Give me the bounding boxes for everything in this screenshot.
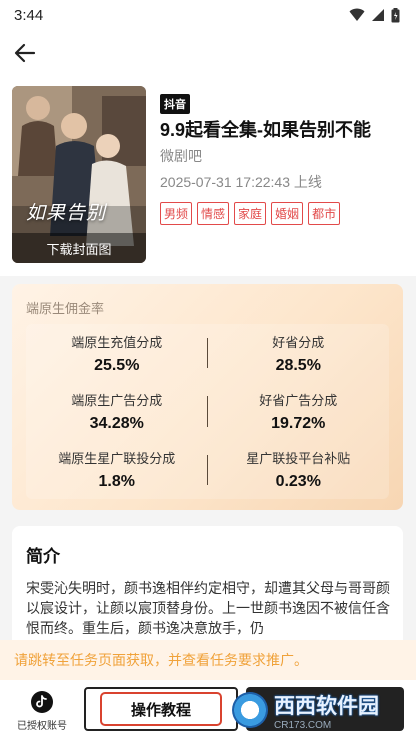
- genre-tags: 男频 情感 家庭 婚姻 都市: [160, 202, 341, 225]
- rate-value: 19.72%: [271, 414, 326, 432]
- rate-item: 好省分成 28.5%: [208, 324, 390, 382]
- rate-item: 好省广告分成 19.72%: [208, 382, 390, 440]
- authorized-account-label: 已授权账号: [17, 720, 67, 732]
- wifi-icon: [349, 8, 365, 21]
- intro-heading: 简介: [26, 547, 60, 566]
- status-bar: 3:44: [0, 0, 416, 30]
- rate-label: 好省广告分成: [259, 392, 338, 408]
- drama-info-card: 如果告别 下载封面图 抖音 9.9起看全集-如果告别不能 微剧吧 2025-07…: [0, 76, 416, 276]
- download-cover-label[interactable]: 下载封面图: [12, 233, 146, 263]
- signal-icon: [372, 9, 384, 21]
- poster-title-art: 如果告别: [26, 202, 107, 224]
- commission-heading: 端原生佣金率: [26, 301, 105, 316]
- tutorial-button-label: 操作教程: [100, 692, 222, 726]
- commission-card: 端原生佣金率 端原生充值分成 25.5% 好省分成 28.5% 端原生广告分成 …: [12, 284, 403, 510]
- status-icons: [349, 7, 400, 23]
- drama-source: 微剧吧: [160, 148, 202, 164]
- genre-tag: 婚姻: [271, 202, 304, 225]
- rate-value: 1.8%: [98, 473, 135, 491]
- status-time: 3:44: [14, 6, 44, 24]
- genre-tag: 都市: [308, 202, 341, 225]
- header: [0, 30, 416, 76]
- watermark-brand-name: 西西软件园: [274, 694, 379, 718]
- commission-grid: 端原生充值分成 25.5% 好省分成 28.5% 端原生广告分成 34.28% …: [26, 324, 389, 499]
- watermark-logo-icon: [232, 692, 268, 728]
- rate-value: 25.5%: [94, 356, 140, 374]
- watermark-brand: 西西软件园 CR173.COM: [274, 690, 379, 731]
- rate-value: 0.23%: [275, 473, 321, 491]
- douyin-logo-icon: [31, 690, 53, 713]
- genre-tag: 家庭: [234, 202, 267, 225]
- genre-tag: 情感: [197, 202, 230, 225]
- poster-image[interactable]: 如果告别 下载封面图: [12, 86, 146, 263]
- site-watermark: 西西软件园 CR173.COM: [226, 688, 402, 732]
- rate-label: 端原生星广联投分成: [58, 451, 176, 467]
- watermark-domain: CR173.COM: [274, 719, 332, 731]
- tutorial-button[interactable]: 操作教程: [84, 687, 238, 731]
- intro-text: 宋雯沁失明时，颜书逸相伴约定相守，却遭其父母与哥哥颜以宸设计，让颜以宸顶替身份。…: [26, 580, 390, 636]
- rate-label: 端原生充值分成: [71, 334, 163, 350]
- genre-tag: 男频: [160, 202, 193, 225]
- drama-title: 9.9起看全集-如果告别不能: [160, 120, 372, 140]
- release-time: 2025-07-31 17:22:43 上线: [160, 174, 322, 190]
- rate-item: 端原生广告分成 34.28%: [26, 382, 208, 440]
- rate-value: 28.5%: [275, 356, 321, 374]
- rate-item: 星广联投平台补贴 0.23%: [208, 441, 390, 499]
- authorized-account-button[interactable]: 已授权账号: [10, 686, 74, 736]
- task-notice: 请跳转至任务页面获取，并查看任务要求推广。: [0, 640, 416, 680]
- rate-item: 端原生充值分成 25.5%: [26, 324, 208, 382]
- rate-label: 好省分成: [272, 334, 325, 350]
- back-arrow-icon[interactable]: [12, 40, 38, 66]
- rate-label: 端原生广告分成: [71, 392, 163, 408]
- battery-icon: [391, 7, 400, 22]
- rate-item: 端原生星广联投分成 1.8%: [26, 441, 208, 499]
- rate-value: 34.28%: [89, 414, 144, 432]
- platform-badge: 抖音: [160, 94, 190, 114]
- rate-label: 星广联投平台补贴: [246, 451, 351, 467]
